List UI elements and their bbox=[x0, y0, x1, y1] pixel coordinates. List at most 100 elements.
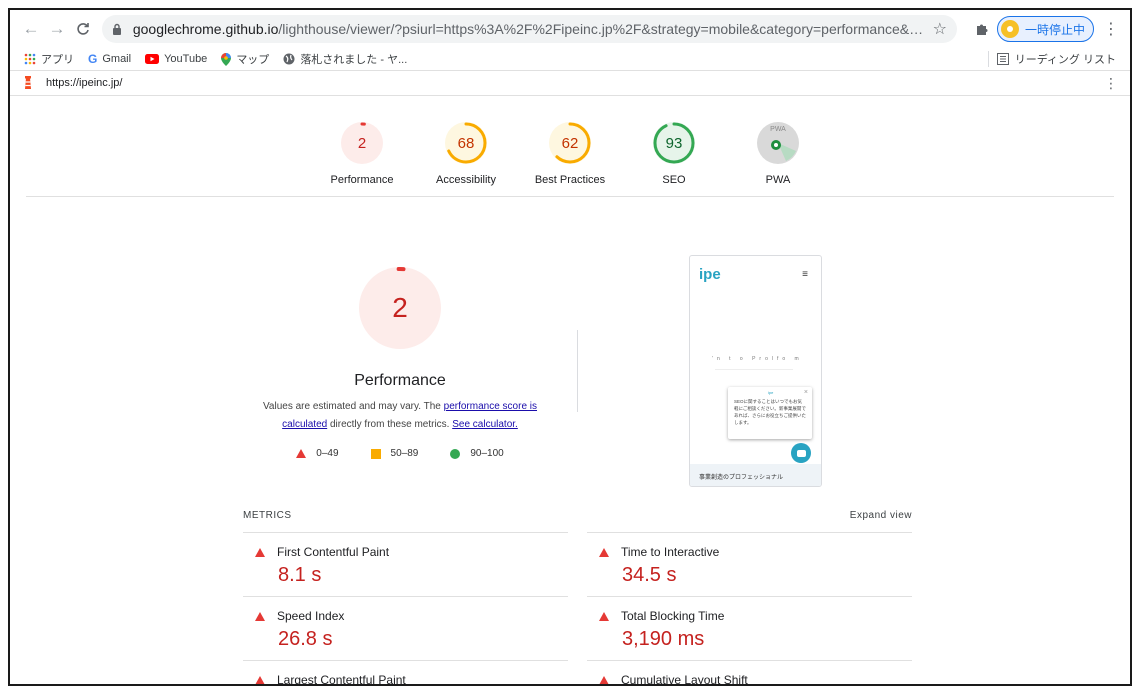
fail-triangle-icon bbox=[296, 449, 307, 458]
browser-menu-icon[interactable]: ⋮ bbox=[1100, 19, 1122, 39]
fail-triangle-icon bbox=[255, 611, 265, 621]
close-icon: × bbox=[803, 389, 808, 396]
hero-subline bbox=[715, 369, 793, 370]
gauge-score: 68 bbox=[457, 134, 475, 152]
metric-value: 3,190 ms bbox=[622, 628, 705, 650]
gauge-label: Performance bbox=[330, 174, 394, 186]
avatar bbox=[1000, 20, 1019, 38]
popup-brand: ipe bbox=[768, 390, 774, 395]
metric-label: Total Blocking Time bbox=[621, 609, 725, 623]
summary-divider bbox=[577, 330, 578, 412]
bookmark-maps[interactable]: マップ bbox=[221, 51, 269, 67]
metric-total-blocking-time: Total Blocking Time 3,190 ms bbox=[587, 596, 912, 660]
bookmark-apps[interactable]: アプリ bbox=[24, 51, 74, 67]
performance-big-gauge: 2 bbox=[357, 265, 443, 351]
metric-first-contentful-paint: First Contentful Paint 8.1 s bbox=[243, 532, 568, 596]
pwa-badge-text: PWA bbox=[770, 126, 786, 133]
pass-circle-icon bbox=[450, 448, 461, 459]
gauge-ring: 68 bbox=[444, 121, 488, 165]
average-square-icon bbox=[370, 448, 381, 459]
metric-time-to-interactive: Time to Interactive 34.5 s bbox=[587, 532, 912, 596]
fail-triangle-icon bbox=[599, 547, 609, 557]
youtube-icon bbox=[145, 54, 160, 64]
metric-label: Cumulative Layout Shift bbox=[621, 673, 748, 686]
metric-value: 34.5 s bbox=[622, 564, 677, 586]
metric-value: 26.8 s bbox=[278, 628, 333, 650]
reading-list-button[interactable]: リーディング リスト bbox=[987, 51, 1116, 67]
chat-popup: ipe × SEOに関することはいつでもお気軽にご相談ください。新事業展開であれ… bbox=[728, 387, 812, 439]
gauge-label: Accessibility bbox=[436, 174, 496, 186]
metric-largest-contentful-paint: Largest Contentful Paint bbox=[243, 660, 568, 686]
browser-toolbar: ← → googlechrome.github.io /lighthouse/v… bbox=[10, 10, 1130, 48]
address-bar[interactable]: googlechrome.github.io /lighthouse/viewe… bbox=[102, 15, 957, 43]
performance-summary: 2 Performance Values are estimated and m… bbox=[240, 265, 560, 459]
gauge-ring: 62 bbox=[548, 121, 592, 165]
google-g-icon: G bbox=[88, 52, 98, 66]
metrics-header: METRICS Expand view bbox=[243, 510, 912, 532]
performance-score: 2 bbox=[392, 292, 408, 323]
hamburger-icon: ≡ bbox=[802, 269, 808, 280]
metric-label: Largest Contentful Paint bbox=[277, 673, 406, 686]
bookmark-star-icon[interactable]: ☆ bbox=[925, 19, 947, 39]
browser-window: ← → googlechrome.github.io /lighthouse/v… bbox=[8, 8, 1132, 686]
audited-url[interactable]: https://ipeinc.jp/ bbox=[46, 77, 122, 89]
desc-text: directly from these metrics. bbox=[327, 419, 453, 430]
gauge-best-practices[interactable]: 62 Best Practices bbox=[518, 111, 622, 196]
expand-view-toggle[interactable]: Expand view bbox=[850, 510, 912, 532]
gauge-accessibility[interactable]: 68 Accessibility bbox=[414, 111, 518, 196]
profile-status-label: 一時停止中 bbox=[1024, 22, 1085, 37]
profile-paused-button[interactable]: 一時停止中 bbox=[996, 16, 1094, 42]
gauge-score: 62 bbox=[561, 134, 579, 152]
gauge-ring: 2 bbox=[340, 121, 384, 165]
gauge-pwa[interactable]: PWA PWA bbox=[726, 111, 830, 196]
bookmark-label: YouTube bbox=[164, 53, 208, 65]
lock-icon bbox=[112, 22, 125, 36]
metric-label: Time to Interactive bbox=[621, 545, 720, 559]
lighthouse-topbar: https://ipeinc.jp/ ⋮ bbox=[10, 70, 1130, 96]
see-calculator-link[interactable]: See calculator. bbox=[452, 419, 518, 430]
bookmark-label: アプリ bbox=[41, 54, 74, 66]
gauge-ring: 93 bbox=[652, 121, 696, 165]
metric-label: Speed Index bbox=[277, 609, 345, 623]
final-screenshot[interactable]: ipe ≡ 'n t o Prolfo m ipe × SEOに関することはいつ… bbox=[689, 255, 822, 487]
extensions-puzzle-icon[interactable] bbox=[969, 16, 995, 42]
legend-label: 50–89 bbox=[390, 448, 419, 459]
metric-label: First Contentful Paint bbox=[277, 545, 390, 559]
performance-title: Performance bbox=[354, 372, 446, 389]
gauge-score: 93 bbox=[665, 134, 683, 152]
metric-value: 8.1 s bbox=[278, 564, 322, 586]
maps-pin-icon bbox=[221, 52, 232, 66]
pwa-badge-icon: PWA bbox=[756, 121, 800, 165]
legend-label: 0–49 bbox=[316, 448, 339, 459]
bookmark-gmail[interactable]: G Gmail bbox=[88, 52, 131, 66]
reading-list-label: リーディング リスト bbox=[1014, 54, 1116, 66]
fail-triangle-icon bbox=[255, 675, 265, 684]
more-options-icon[interactable]: ⋮ bbox=[1104, 75, 1118, 92]
forward-button[interactable]: → bbox=[44, 16, 70, 42]
apps-grid-icon bbox=[24, 53, 36, 65]
bookmark-youtube[interactable]: YouTube bbox=[145, 53, 207, 65]
reload-icon bbox=[77, 23, 89, 35]
reload-button[interactable] bbox=[70, 16, 96, 42]
fail-triangle-icon bbox=[255, 547, 265, 557]
hero-text: 'n t o Prolfo m bbox=[712, 356, 803, 362]
metrics-right-column: Time to Interactive 34.5 s Total Blocking … bbox=[587, 532, 912, 686]
legend-pass: 90–100 bbox=[450, 448, 504, 459]
bookmark-label: マップ bbox=[236, 54, 270, 66]
gauge-seo[interactable]: 93 SEO bbox=[622, 111, 726, 196]
bookmark-label: Gmail bbox=[102, 53, 132, 65]
back-button[interactable]: ← bbox=[18, 16, 44, 42]
site-logo: ipe bbox=[699, 266, 721, 283]
bookmark-yahoo-auction[interactable]: 落札されました - ヤ... bbox=[283, 51, 407, 67]
url-path: /lighthouse/viewer/?psiurl=https%3A%2F%2… bbox=[278, 21, 925, 37]
score-legend: 0–49 50–89 90–100 bbox=[240, 448, 560, 459]
lighthouse-logo-icon bbox=[22, 76, 34, 90]
popup-text: SEOに関することはいつでもお気軽にご相談ください。新事業展開であれば、さらにお… bbox=[734, 399, 806, 425]
fail-triangle-icon bbox=[599, 675, 609, 684]
gauge-performance[interactable]: 2 Performance bbox=[310, 111, 414, 196]
metrics-heading: METRICS bbox=[243, 510, 292, 521]
desc-text: Values are estimated and may vary. The bbox=[262, 401, 444, 412]
metric-speed-index: Speed Index 26.8 s bbox=[243, 596, 568, 660]
gauge-score: 2 bbox=[357, 134, 367, 152]
reading-list-icon bbox=[996, 53, 1009, 65]
